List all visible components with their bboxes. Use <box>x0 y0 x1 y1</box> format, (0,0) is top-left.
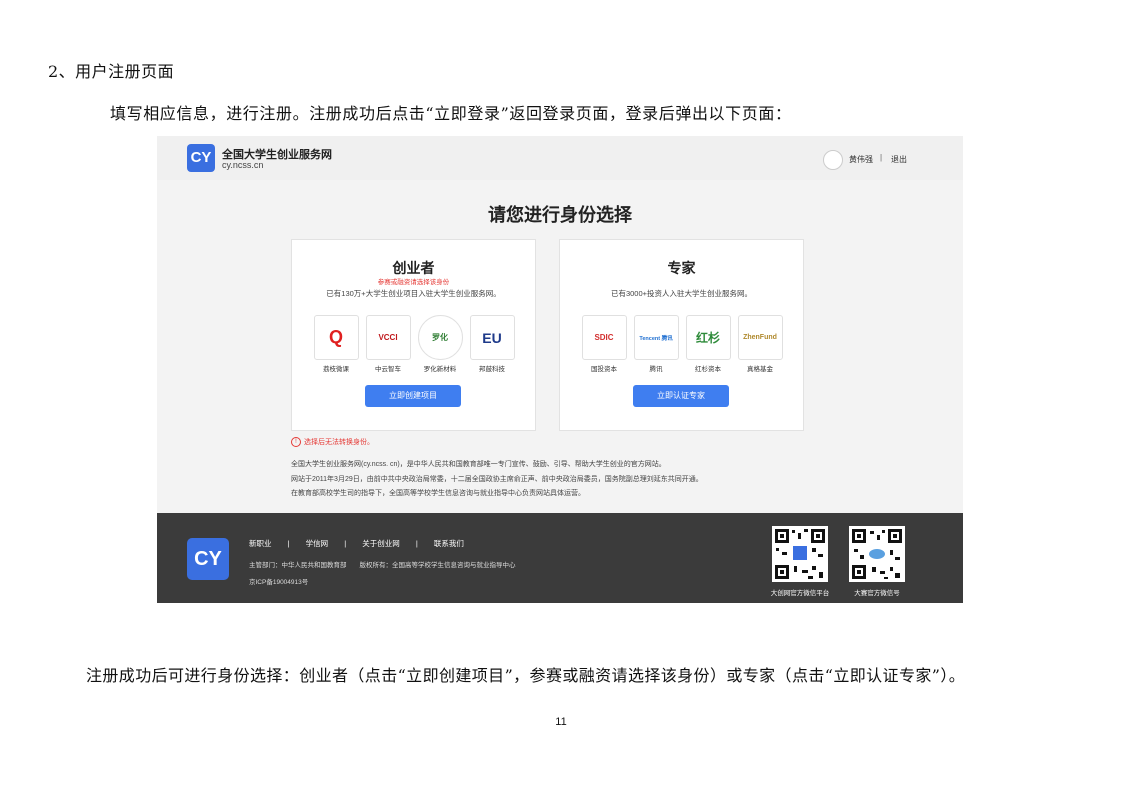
lizhi-logo-icon: Q <box>313 315 359 360</box>
footer-link-chsi[interactable]: 学信网 <box>306 539 329 548</box>
vcci-logo-icon: VCCI <box>365 315 411 360</box>
partner-logo: EU 邦鼓科技 <box>468 315 516 373</box>
zhenfund-logo-icon: ZhenFund <box>737 315 783 360</box>
partner-logo: Q 荔枝微课 <box>312 315 360 373</box>
identity-warning: ! 选择后无法转换身份。 <box>291 437 374 448</box>
sdic-logo-icon: SDIC <box>581 315 627 360</box>
banggu-logo-icon: EU <box>469 315 515 360</box>
partner-logo-label: 腾讯 <box>649 366 663 373</box>
logout-link[interactable]: 退出 <box>891 154 907 165</box>
page-number: 11 <box>555 716 567 728</box>
site-header: CY 全国大学生创业服务网 cy.ncss.cn 黄伟强 | 退出 <box>157 136 963 180</box>
partner-logo-label: 邦鼓科技 <box>479 366 505 373</box>
summary-paragraph: 注册成功后可进行身份选择：创业者（点击“立即创建项目”，参赛或融资请选择该身份）… <box>86 666 966 685</box>
user-name[interactable]: 黄伟强 <box>849 154 873 165</box>
footer-divider: | <box>287 539 290 548</box>
qr-caption: 大赛官方微信号 <box>854 590 900 597</box>
partner-logo-label: 荔枝微课 <box>323 366 349 373</box>
header-separator: | <box>880 153 883 162</box>
partner-logo-label: 国投资本 <box>591 366 617 373</box>
partner-logo-label: 中云智车 <box>375 366 401 373</box>
partner-logo: 罗化 罗化新材料 <box>416 315 464 373</box>
footer-divider: | <box>344 539 347 548</box>
section-heading: 2、用户注册页面 <box>48 62 175 81</box>
wechat-platform-qr-icon <box>772 526 828 582</box>
site-domain: cy.ncss.cn <box>222 160 264 170</box>
footer-info: 主管部门：中华人民共和国教育部 版权所有：全国高等学校学生信息咨询与就业指导中心 <box>249 562 516 569</box>
user-avatar[interactable] <box>823 150 843 170</box>
embedded-screenshot: CY 全国大学生创业服务网 cy.ncss.cn 黄伟强 | 退出 请您进行身份… <box>157 136 963 603</box>
create-project-button[interactable]: 立即创建项目 <box>365 385 461 407</box>
partner-logo: ZhenFund 真格基金 <box>736 315 784 373</box>
warning-icon: ! <box>291 437 301 448</box>
qr-caption: 大创网官方微信平台 <box>770 590 830 597</box>
contest-wechat-qr-icon <box>849 526 905 582</box>
partner-logo-label: 红杉资本 <box>695 366 721 373</box>
partner-logo-label: 真格基金 <box>747 366 773 373</box>
footer-divider: | <box>415 539 418 548</box>
about-line: 网站于2011年3月29日，由前中共中央政治局常委，十二届全国政协主席俞正声、前… <box>291 475 703 483</box>
tencent-logo-icon: Tencent 腾讯 <box>633 315 679 360</box>
site-footer: CY 新职业 | 学信网 | 关于创业网 | 联系我们 主管部门：中华人民共和国… <box>157 513 963 603</box>
partner-logo: VCCI 中云智车 <box>364 315 412 373</box>
footer-logo[interactable]: CY <box>187 538 229 580</box>
about-text: 全国大学生创业服务网(cy.ncss. cn)，是中华人民共和国教育部唯一专门宣… <box>291 458 851 502</box>
intro-paragraph: 填写相应信息，进行注册。注册成功后点击“立即登录”返回登录页面，登录后弹出以下页… <box>110 104 792 123</box>
sequoia-logo-icon: 红杉 <box>685 315 731 360</box>
footer-icp[interactable]: 京ICP备19004913号 <box>249 576 308 586</box>
footer-link-new-career[interactable]: 新职业 <box>249 539 272 548</box>
entrepreneur-title: 创业者 <box>392 260 435 276</box>
expert-desc: 已有3000+投资人入驻大学生创业服务网。 <box>610 289 753 298</box>
entrepreneur-desc: 已有130万+大学生创业项目入驻大学生创业服务网。 <box>326 289 501 298</box>
luohua-logo-icon: 罗化 <box>417 315 463 360</box>
footer-links: 新职业 | 学信网 | 关于创业网 | 联系我们 <box>249 538 478 549</box>
identity-selection-title: 请您进行身份选择 <box>488 205 632 225</box>
partner-logo: Tencent 腾讯 腾讯 <box>632 315 680 373</box>
partner-logo: 红杉 红杉资本 <box>684 315 732 373</box>
entrepreneur-note: 参赛或融资请选择该身份 <box>377 279 450 286</box>
entrepreneur-card[interactable]: 创业者 参赛或融资请选择该身份 已有130万+大学生创业项目入驻大学生创业服务网… <box>291 239 536 431</box>
footer-link-about[interactable]: 关于创业网 <box>362 539 400 548</box>
footer-link-contact[interactable]: 联系我们 <box>434 539 464 548</box>
certify-expert-button[interactable]: 立即认证专家 <box>633 385 729 407</box>
partner-logo: SDIC 国投资本 <box>580 315 628 373</box>
site-logo[interactable]: CY <box>187 144 215 172</box>
expert-title: 专家 <box>667 260 696 276</box>
warning-text: 选择后无法转换身份。 <box>304 439 374 446</box>
partner-logo-label: 罗化新材料 <box>423 366 457 373</box>
expert-card[interactable]: 专家 已有3000+投资人入驻大学生创业服务网。 SDIC 国投资本 Tence… <box>559 239 804 431</box>
about-line: 全国大学生创业服务网(cy.ncss. cn)，是中华人民共和国教育部唯一专门宣… <box>291 461 666 468</box>
about-line: 在教育部高校学生司的指导下，全国高等学校学生信息咨询与就业指导中心负责网站具体运… <box>291 490 585 497</box>
